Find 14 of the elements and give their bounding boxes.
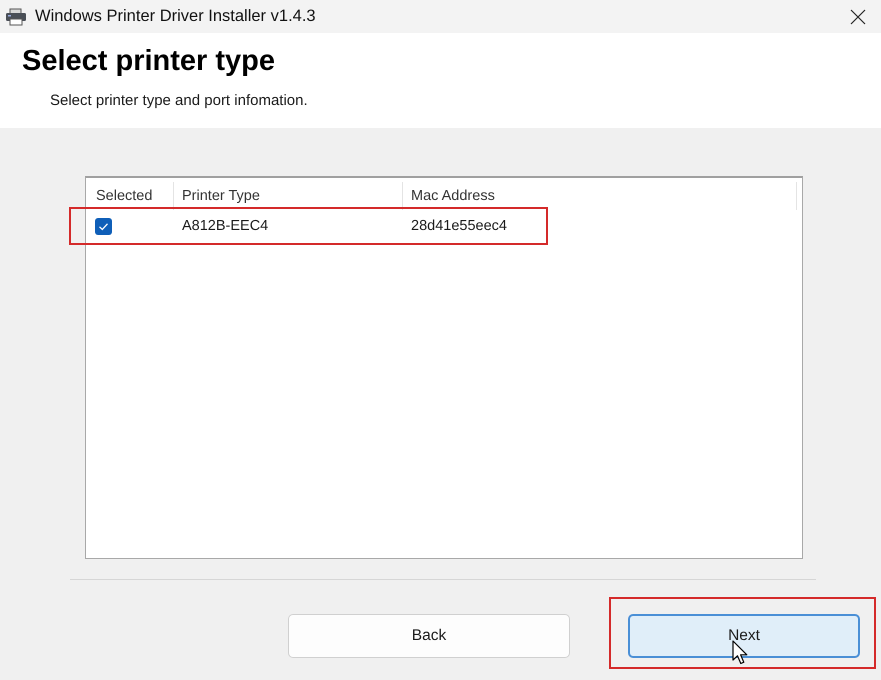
close-icon	[850, 8, 866, 24]
column-header[interactable]: Mac Address	[403, 182, 797, 210]
page-subtitle: Select printer type and port infomation.	[50, 92, 308, 110]
column-header[interactable]: Printer Type	[174, 182, 403, 210]
window-title: Windows Printer Driver Installer v1.4.3	[35, 7, 316, 26]
checkbox[interactable]	[95, 218, 112, 234]
column-header[interactable]: Selected	[86, 182, 174, 210]
table-cell-text: A812B-EEC4	[181, 218, 270, 234]
page-heading: Select printer type	[22, 44, 276, 79]
back-button[interactable]: Back	[288, 614, 570, 658]
table-cell-text: 28d41e55eec4	[410, 218, 508, 234]
next-button[interactable]: Next	[628, 614, 860, 658]
printer-icon	[5, 8, 27, 26]
cursor-icon	[732, 640, 750, 666]
